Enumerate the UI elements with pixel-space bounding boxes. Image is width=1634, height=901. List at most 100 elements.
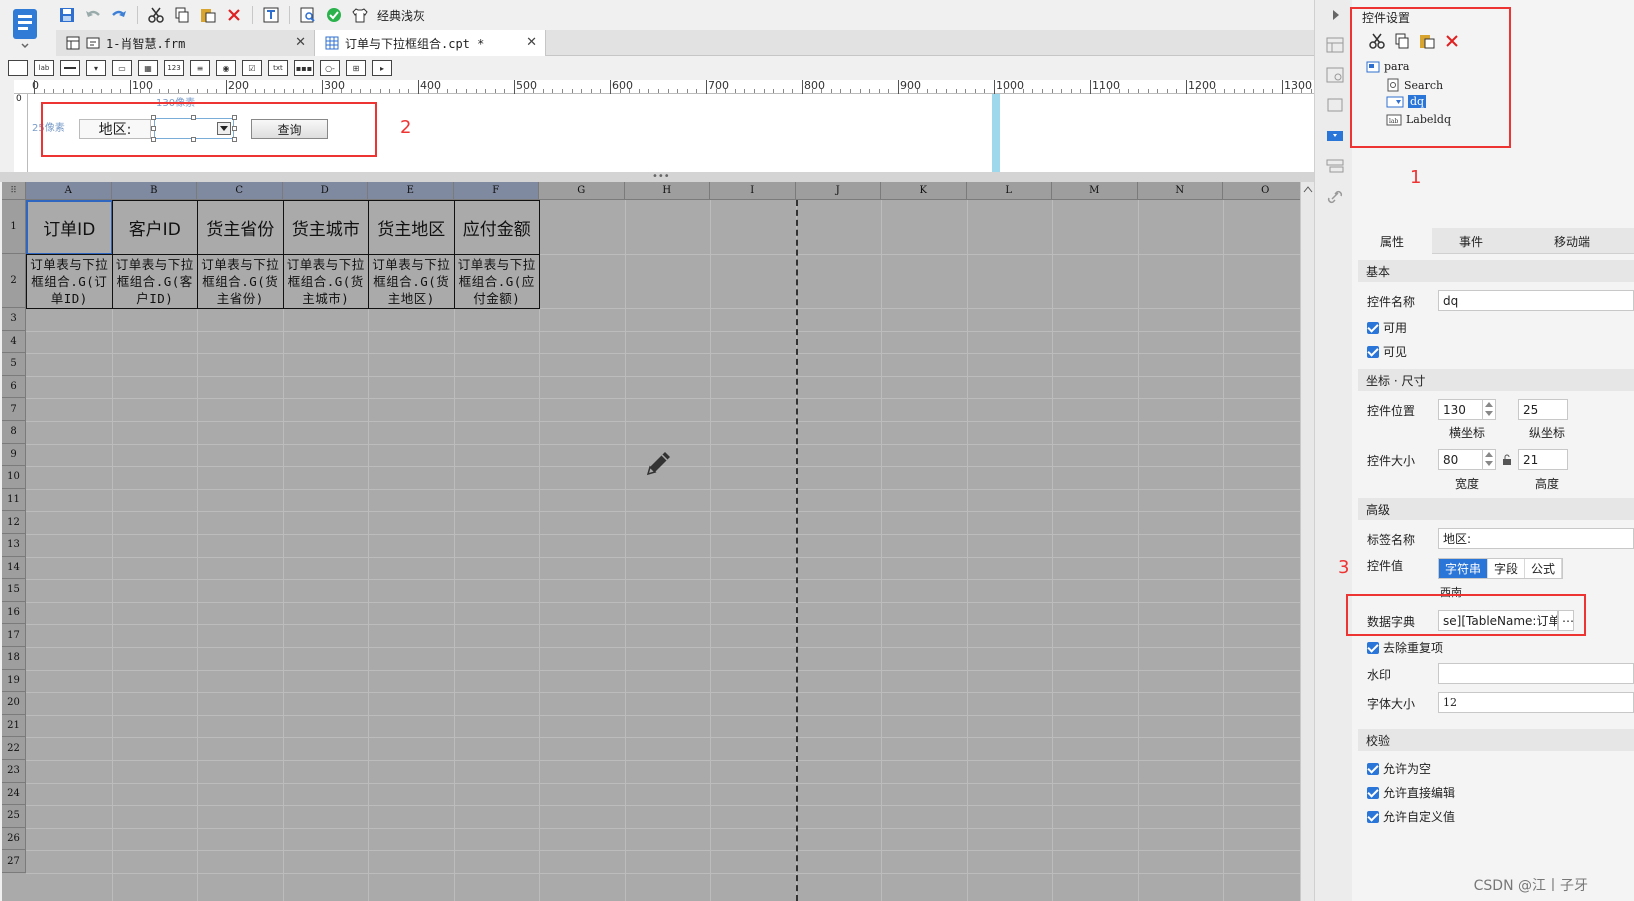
widget-name-input[interactable]: dq [1438,290,1634,311]
section-validate[interactable]: 校验 [1358,729,1634,751]
paste-icon[interactable] [197,4,219,26]
tab-events[interactable]: 事件 [1432,228,1510,254]
label-widget-icon[interactable]: lab [34,60,54,76]
row-header[interactable]: 12 [2,511,26,534]
multi-field-widget-icon[interactable]: ▪▪▪ [294,60,314,76]
column-header[interactable]: L [966,182,1052,200]
allow-empty-checkbox[interactable]: 允许为空 [1367,760,1431,777]
value-type-string[interactable]: 字符串 [1439,559,1489,578]
section-advanced[interactable]: 高级 [1358,498,1634,520]
cut-icon[interactable] [145,4,167,26]
row-header[interactable]: 16 [2,601,26,625]
width-stepper[interactable] [1482,449,1494,470]
column-header[interactable]: F [453,182,539,200]
header-cell[interactable]: 客户ID [111,200,198,255]
label-name-input[interactable]: 地区: [1438,528,1634,549]
data-column-cell[interactable]: 订单表与下拉框组合.G(订单ID) [26,254,113,309]
row-header[interactable]: 8 [2,421,26,444]
row-header[interactable]: 22 [2,737,26,760]
row-header[interactable]: 11 [2,488,26,512]
column-header[interactable]: O [1223,182,1300,200]
header-cell[interactable]: 订单ID [26,200,113,255]
row-header[interactable]: 7 [2,398,26,421]
font-size-select[interactable]: 12 [1438,692,1634,713]
collapse-arrow-icon[interactable] [1331,9,1341,21]
row-header[interactable]: 3 [2,308,26,331]
header-cell[interactable]: 货主省份 [197,200,284,255]
cell-attribute-icon[interactable] [1326,37,1344,53]
row-header[interactable]: 25 [2,805,26,828]
tree-widget-icon[interactable]: ⊞ [346,60,366,76]
header-cell[interactable]: 货主地区 [368,200,455,255]
tab-mobile[interactable]: 移动端 [1510,228,1634,254]
vertical-scrollbar[interactable] [1300,182,1314,901]
more-widgets-icon[interactable]: ▸ [372,60,392,76]
dedupe-checkbox[interactable]: 去除重复项 [1367,639,1443,656]
row-header[interactable]: 15 [2,579,26,602]
pos-x-stepper[interactable] [1482,399,1494,420]
column-header[interactable]: C [197,182,283,200]
value-type-field[interactable]: 字段 [1488,559,1526,578]
column-header[interactable]: B [111,182,197,200]
column-header[interactable]: M [1052,182,1138,200]
row-header[interactable]: 26 [2,827,26,851]
data-column-cell[interactable]: 订单表与下拉框组合.G(货主地区) [368,254,455,309]
header-cell[interactable]: 应付金额 [453,200,540,255]
column-header[interactable]: G [539,182,625,200]
textbox-widget-icon[interactable] [8,60,28,76]
radio-widget-icon[interactable]: ◉ [216,60,236,76]
row-header[interactable]: 14 [2,556,26,580]
data-column-cell[interactable]: 订单表与下拉框组合.G(货主城市) [282,254,369,309]
list-widget-icon[interactable]: ≡ [190,60,210,76]
date-widget-icon[interactable]: ▦ [138,60,158,76]
condition-attribute-icon[interactable] [1326,158,1344,174]
hyperlink-icon[interactable] [1326,189,1344,205]
close-icon[interactable]: ✕ [526,35,537,50]
style-label[interactable]: 经典浅灰 [377,7,425,24]
data-column-cell[interactable]: 订单表与下拉框组合.G(应付金额) [453,254,540,309]
preview-icon[interactable] [297,4,319,26]
row-header[interactable]: 13 [2,534,26,557]
undo-icon[interactable] [82,4,104,26]
row-header[interactable]: 10 [2,466,26,489]
pos-y-input[interactable]: 25 [1518,399,1568,420]
row-header[interactable]: 5 [2,353,26,376]
pane-splitter[interactable]: ••• [0,171,1314,182]
row-header[interactable]: 2 [2,254,26,308]
check-icon[interactable] [323,4,345,26]
row-header[interactable]: 27 [2,850,26,873]
copy-icon[interactable] [171,4,193,26]
float-element-icon[interactable] [1326,97,1344,113]
section-geometry[interactable]: 坐标 · 尺寸 [1358,369,1634,391]
style-shirt-icon[interactable] [349,4,371,26]
row-header[interactable]: 23 [2,760,26,783]
row-header[interactable]: 6 [2,375,26,399]
header-cell[interactable]: 货主城市 [282,200,369,255]
textarea-widget-icon[interactable]: txt [268,60,288,76]
tab-cpt-file[interactable]: 订单与下拉框组合.cpt * ✕ [314,30,546,56]
column-header[interactable]: A [26,182,112,200]
row-header[interactable]: 24 [2,782,26,806]
redo-icon[interactable] [108,4,130,26]
column-header[interactable]: E [368,182,454,200]
allow-custom-checkbox[interactable]: 允许自定义值 [1367,808,1455,825]
column-header[interactable]: I [710,182,796,200]
format-text-icon[interactable] [260,4,282,26]
combobox-widget-icon[interactable]: ▾ [86,60,106,76]
column-header[interactable]: H [624,182,710,200]
visible-checkbox[interactable]: 可见 [1367,343,1407,360]
allow-edit-checkbox[interactable]: 允许直接编辑 [1367,784,1455,801]
tab-properties[interactable]: 属性 [1352,228,1432,254]
row-header[interactable]: 21 [2,714,26,738]
save-icon[interactable] [56,4,78,26]
lock-icon[interactable] [1502,454,1512,466]
toggle-widget-icon[interactable]: ○- [320,60,340,76]
row-header[interactable]: 9 [2,443,26,467]
height-input[interactable]: 21 [1518,449,1568,470]
data-column-cell[interactable]: 订单表与下拉框组合.G(货主省份) [197,254,284,309]
button-widget-icon[interactable] [60,60,80,76]
tab-frm-file[interactable]: 1-肖智慧.frm ✕ [56,30,314,56]
select-all-corner[interactable]: ⠿ [2,182,26,200]
cell-element-icon[interactable] [1326,67,1344,83]
column-header[interactable]: D [282,182,368,200]
